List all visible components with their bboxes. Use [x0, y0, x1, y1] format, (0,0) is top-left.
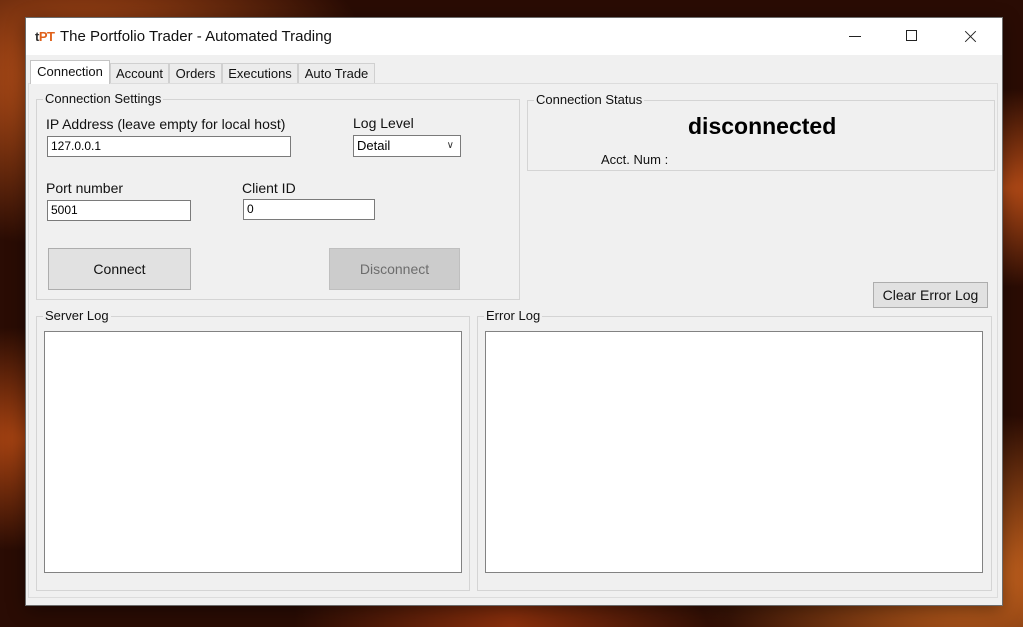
- minimize-button[interactable]: [832, 18, 878, 55]
- acct-num-label: Acct. Num :: [601, 152, 669, 167]
- ip-address-input[interactable]: 127.0.0.1: [47, 136, 291, 157]
- ip-address-label: IP Address (leave empty for local host): [46, 116, 286, 132]
- connection-settings-group: Connection Settings IP Address (leave em…: [36, 91, 520, 300]
- error-log-title: Error Log: [484, 308, 543, 323]
- chevron-down-icon: ∨: [446, 140, 454, 151]
- tab-account[interactable]: Account: [110, 63, 169, 83]
- port-number-label: Port number: [46, 180, 124, 196]
- tab-auto-trade[interactable]: Auto Trade: [298, 63, 375, 83]
- log-level-select[interactable]: Detail ∨: [353, 135, 461, 157]
- minimize-icon: [849, 36, 861, 37]
- log-level-value: Detail: [357, 138, 391, 153]
- main-window: tPT The Portfolio Trader - Automated Tra…: [26, 18, 1002, 605]
- connection-state-text: disconnected: [688, 113, 837, 139]
- close-button[interactable]: [946, 18, 992, 55]
- window-title: The Portfolio Trader - Automated Trading: [60, 28, 332, 45]
- connection-status-title: Connection Status: [534, 92, 645, 107]
- client-id-label: Client ID: [242, 180, 296, 196]
- error-log-textarea[interactable]: [485, 331, 983, 573]
- error-log-group: Error Log: [477, 308, 992, 591]
- connection-status-group: Connection Status disconnected Acct. Num…: [527, 92, 995, 171]
- client-id-input[interactable]: 0: [243, 199, 375, 220]
- server-log-textarea[interactable]: [44, 331, 462, 573]
- server-log-group: Server Log: [36, 308, 470, 591]
- clear-error-log-button[interactable]: Clear Error Log: [873, 282, 988, 308]
- maximize-icon: [906, 30, 917, 41]
- server-log-title: Server Log: [43, 308, 111, 323]
- connection-settings-title: Connection Settings: [43, 91, 164, 106]
- log-level-label: Log Level: [353, 115, 414, 131]
- port-number-input[interactable]: 5001: [47, 200, 191, 221]
- maximize-button[interactable]: [889, 18, 935, 55]
- connection-tab-panel: Connection Settings IP Address (leave em…: [28, 83, 998, 598]
- tab-orders[interactable]: Orders: [169, 63, 222, 83]
- title-bar[interactable]: tPT The Portfolio Trader - Automated Tra…: [26, 18, 1002, 55]
- app-logo-icon: tPT: [35, 29, 55, 44]
- tab-connection[interactable]: Connection: [30, 60, 110, 84]
- tab-executions[interactable]: Executions: [222, 63, 298, 83]
- disconnect-button[interactable]: Disconnect: [329, 248, 460, 290]
- logo-pt: PT: [38, 29, 55, 44]
- connect-button[interactable]: Connect: [48, 248, 191, 290]
